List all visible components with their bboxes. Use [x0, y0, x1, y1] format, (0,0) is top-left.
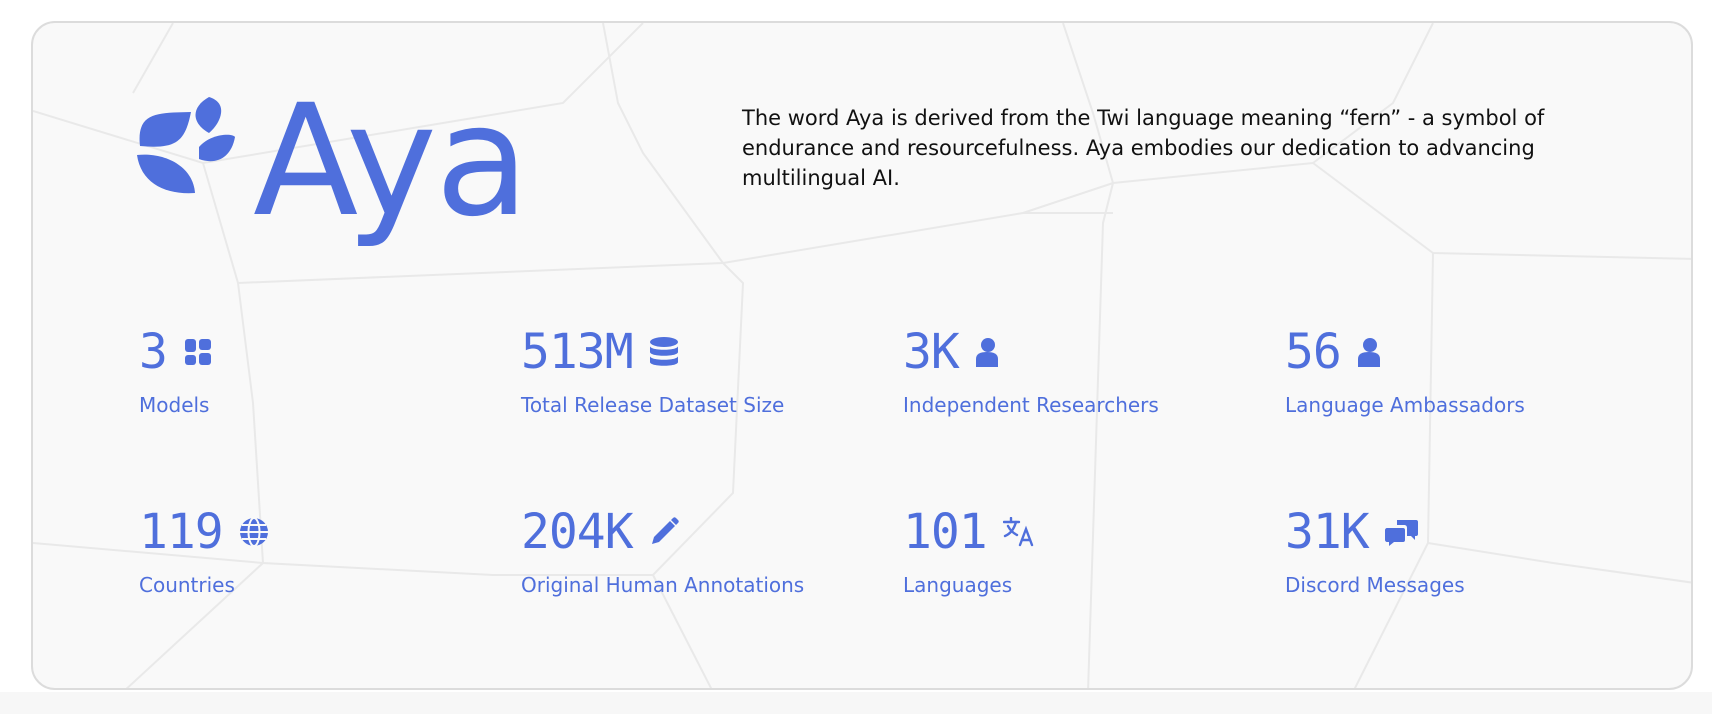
- stat-value: 3: [139, 324, 168, 380]
- stat-value: 204K: [521, 504, 634, 560]
- stat-discord-messages: 31K Discord Messages: [1285, 507, 1465, 597]
- stat-label: Countries: [139, 573, 235, 597]
- stat-language-ambassadors: 56 Language Ambassadors: [1285, 327, 1525, 417]
- stat-countries: 119 Countries: [139, 507, 269, 597]
- stat-label: Languages: [903, 573, 1013, 597]
- stat-label: Discord Messages: [1285, 573, 1465, 597]
- aya-info-card: Aya The word Aya is derived from the Twi…: [31, 21, 1693, 690]
- stat-languages: 101 Languages: [903, 507, 1035, 597]
- person-icon: [1357, 337, 1381, 367]
- aya-leaf-logo-icon: [137, 97, 235, 194]
- stat-dataset-size: 513M Total Release Dataset Size: [521, 327, 784, 417]
- stat-human-annotations: 204K Original Human Annotations: [521, 507, 804, 597]
- database-icon: [649, 336, 679, 368]
- stat-label: Total Release Dataset Size: [521, 393, 785, 417]
- stat-value: 119: [139, 504, 224, 560]
- pencil-icon: [649, 517, 679, 547]
- stat-value: 3K: [903, 324, 960, 380]
- aya-description: The word Aya is derived from the Twi lan…: [742, 106, 1545, 190]
- stat-label: Language Ambassadors: [1285, 393, 1525, 417]
- stat-label: Models: [139, 393, 210, 417]
- aya-wordmark: Aya: [253, 72, 529, 251]
- person-icon: [975, 337, 999, 367]
- translate-icon: [1002, 517, 1035, 547]
- stat-label: Independent Researchers: [903, 393, 1159, 417]
- chat-icon: [1384, 518, 1419, 546]
- globe-icon: [239, 517, 269, 547]
- stat-value: 101: [903, 504, 988, 560]
- stat-value: 513M: [521, 324, 634, 380]
- models-icon: [183, 337, 213, 367]
- stat-value: 56: [1285, 324, 1342, 380]
- stat-models: 3 Models: [139, 327, 213, 417]
- stat-independent-researchers: 3K Independent Researchers: [903, 327, 1159, 417]
- page-bottom-strip: [0, 692, 1712, 714]
- stat-value: 31K: [1285, 504, 1370, 560]
- stat-label: Original Human Annotations: [521, 573, 805, 597]
